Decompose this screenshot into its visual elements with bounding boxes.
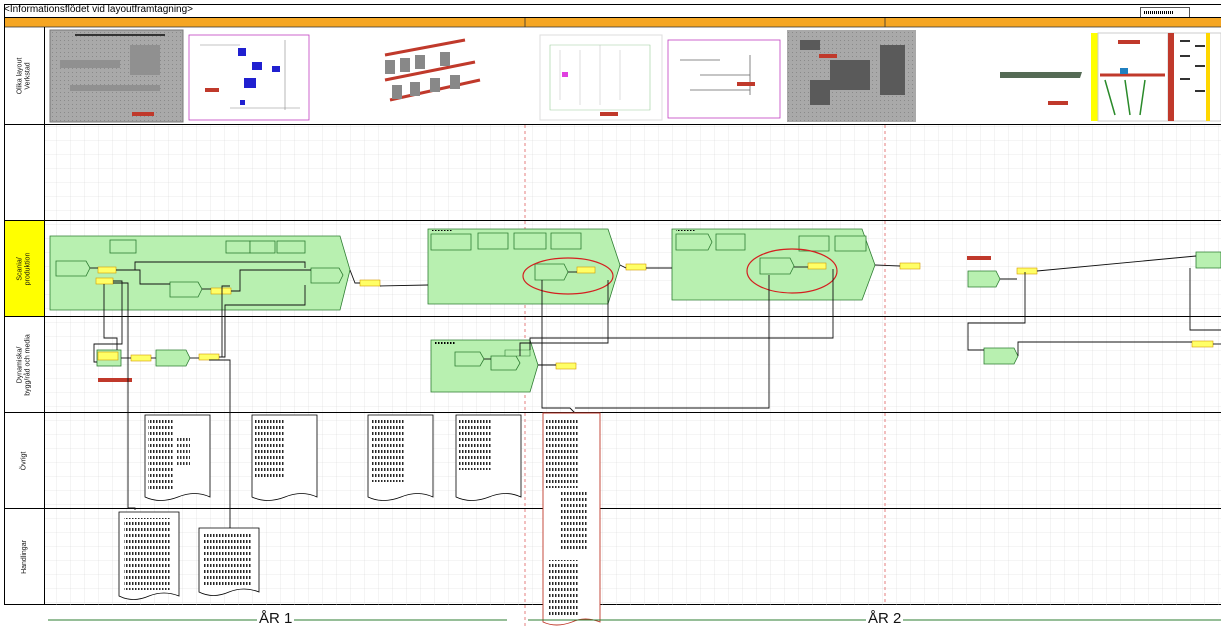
thumbnail-3 — [376, 35, 490, 120]
thumbnail-8 — [1091, 33, 1221, 121]
thumbnail-5 — [668, 40, 780, 118]
lane-label-layouts: Olika layout Verkstad — [5, 28, 44, 124]
thumbnail-4 — [540, 35, 662, 120]
document — [119, 512, 179, 600]
flow-diagram — [0, 0, 1221, 626]
year-label-1: ÅR 1 — [257, 610, 294, 627]
document-highlighted — [543, 413, 600, 625]
document — [199, 528, 259, 596]
thumbnail-7 — [1000, 72, 1082, 105]
document — [456, 415, 521, 501]
lane-label-scania: Scania/ produktion — [5, 221, 44, 316]
document — [252, 415, 317, 501]
document — [145, 415, 210, 501]
thumbnail-2 — [189, 35, 309, 120]
layout-thumbnails — [50, 30, 1221, 122]
lane-label-dynamiska: Dynamiska/ bygg/råd och media — [5, 317, 44, 412]
lane-label-ovrigt: Övrigt — [5, 413, 44, 508]
lane-label-handlingar: Handlingar — [5, 509, 44, 604]
lane-label-empty — [5, 125, 44, 220]
timeline-header — [5, 18, 1221, 27]
thumbnail-1 — [50, 30, 183, 122]
process-group-2 — [428, 229, 620, 304]
year-label-2: ÅR 2 — [866, 610, 903, 627]
document — [368, 415, 433, 501]
thumbnail-6 — [787, 30, 916, 122]
process-group-3 — [672, 229, 875, 300]
